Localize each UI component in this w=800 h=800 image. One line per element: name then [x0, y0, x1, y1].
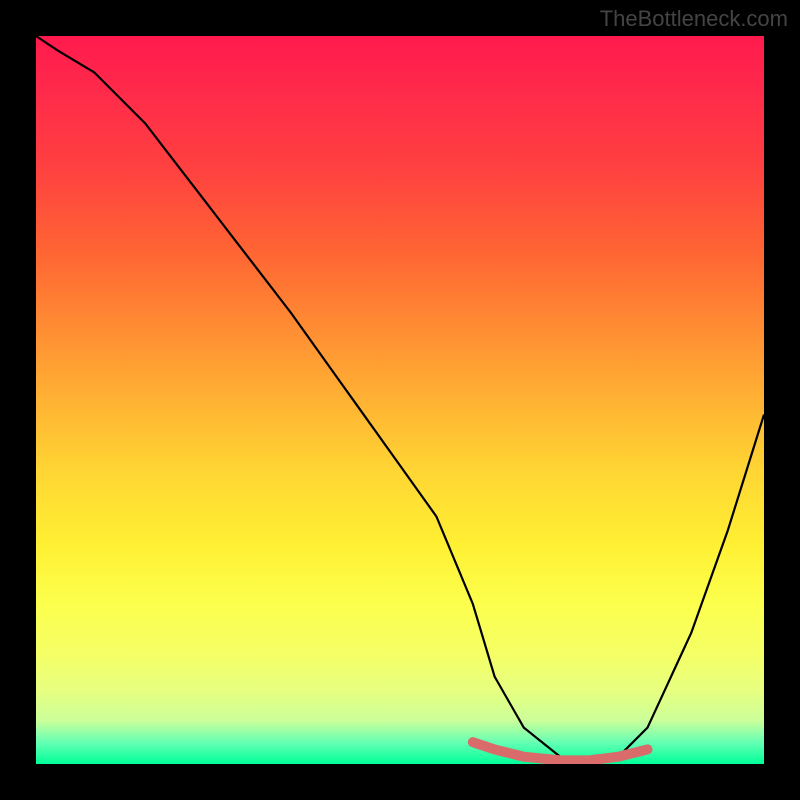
- plot-area: [36, 36, 764, 764]
- curve-svg: [36, 36, 764, 764]
- watermark-text: TheBottleneck.com: [600, 6, 788, 32]
- bottleneck-curve-line: [36, 36, 764, 764]
- highlight-band-line: [473, 742, 648, 760]
